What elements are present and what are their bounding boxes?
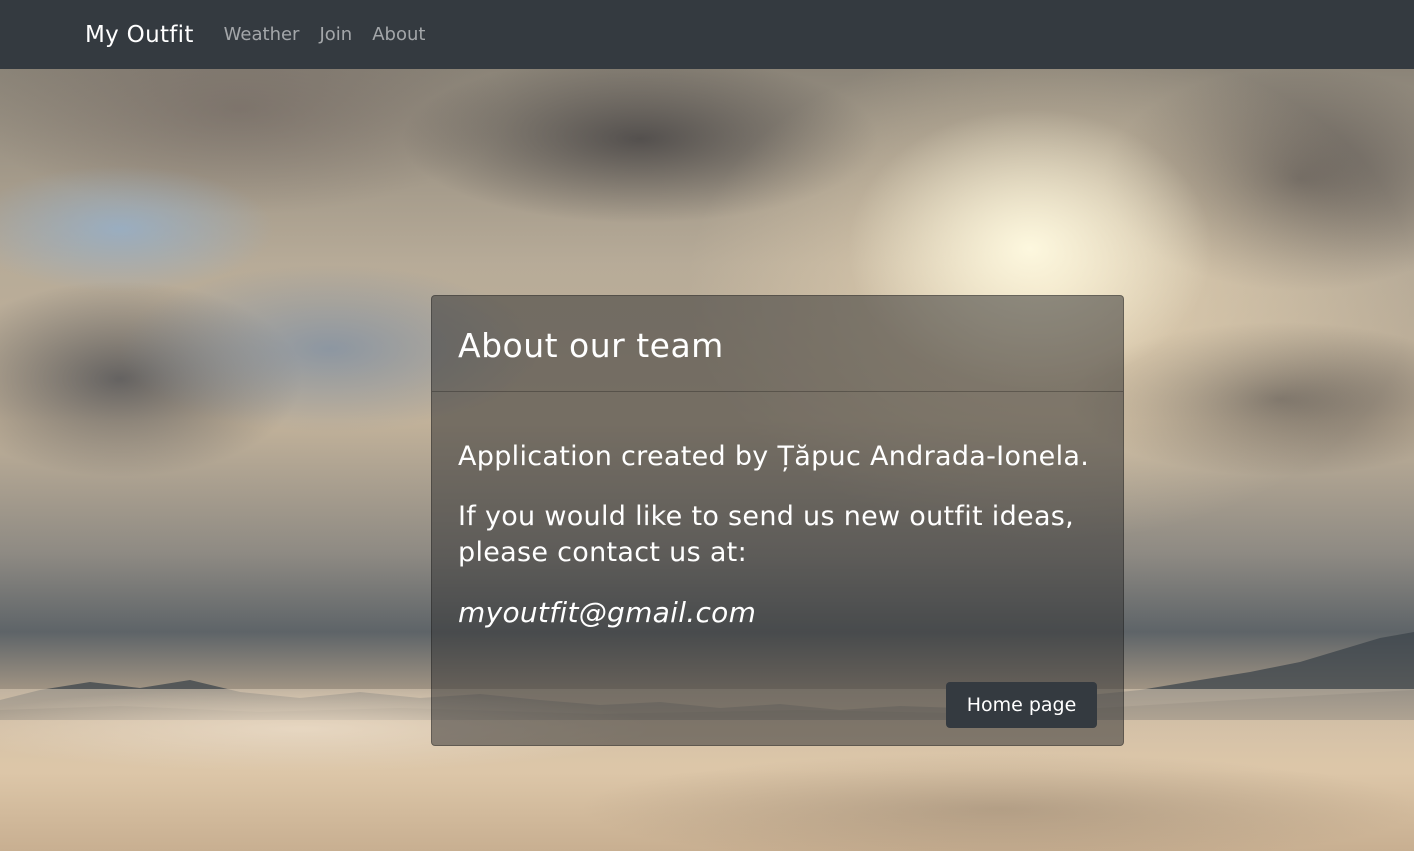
about-card: About our team Application created by Ță… — [431, 295, 1124, 746]
brand-link[interactable]: My Outfit — [85, 22, 194, 48]
card-body: Application created by Țăpuc Andrada-Ion… — [432, 392, 1123, 631]
contact-text: If you would like to send us new outfit … — [458, 501, 1075, 568]
navbar: My Outfit Weather Join About — [0, 0, 1414, 69]
credits-text: Application created by Țăpuc Andrada-Ion… — [458, 441, 1090, 472]
nav-link-join[interactable]: Join — [319, 24, 352, 45]
card-header: About our team — [432, 296, 1123, 392]
home-page-button[interactable]: Home page — [946, 682, 1097, 728]
nav-link-about[interactable]: About — [372, 24, 425, 45]
card-title: About our team — [458, 326, 724, 365]
contact-email: myoutfit@gmail.com — [458, 596, 757, 629]
nav-link-weather[interactable]: Weather — [224, 24, 300, 45]
